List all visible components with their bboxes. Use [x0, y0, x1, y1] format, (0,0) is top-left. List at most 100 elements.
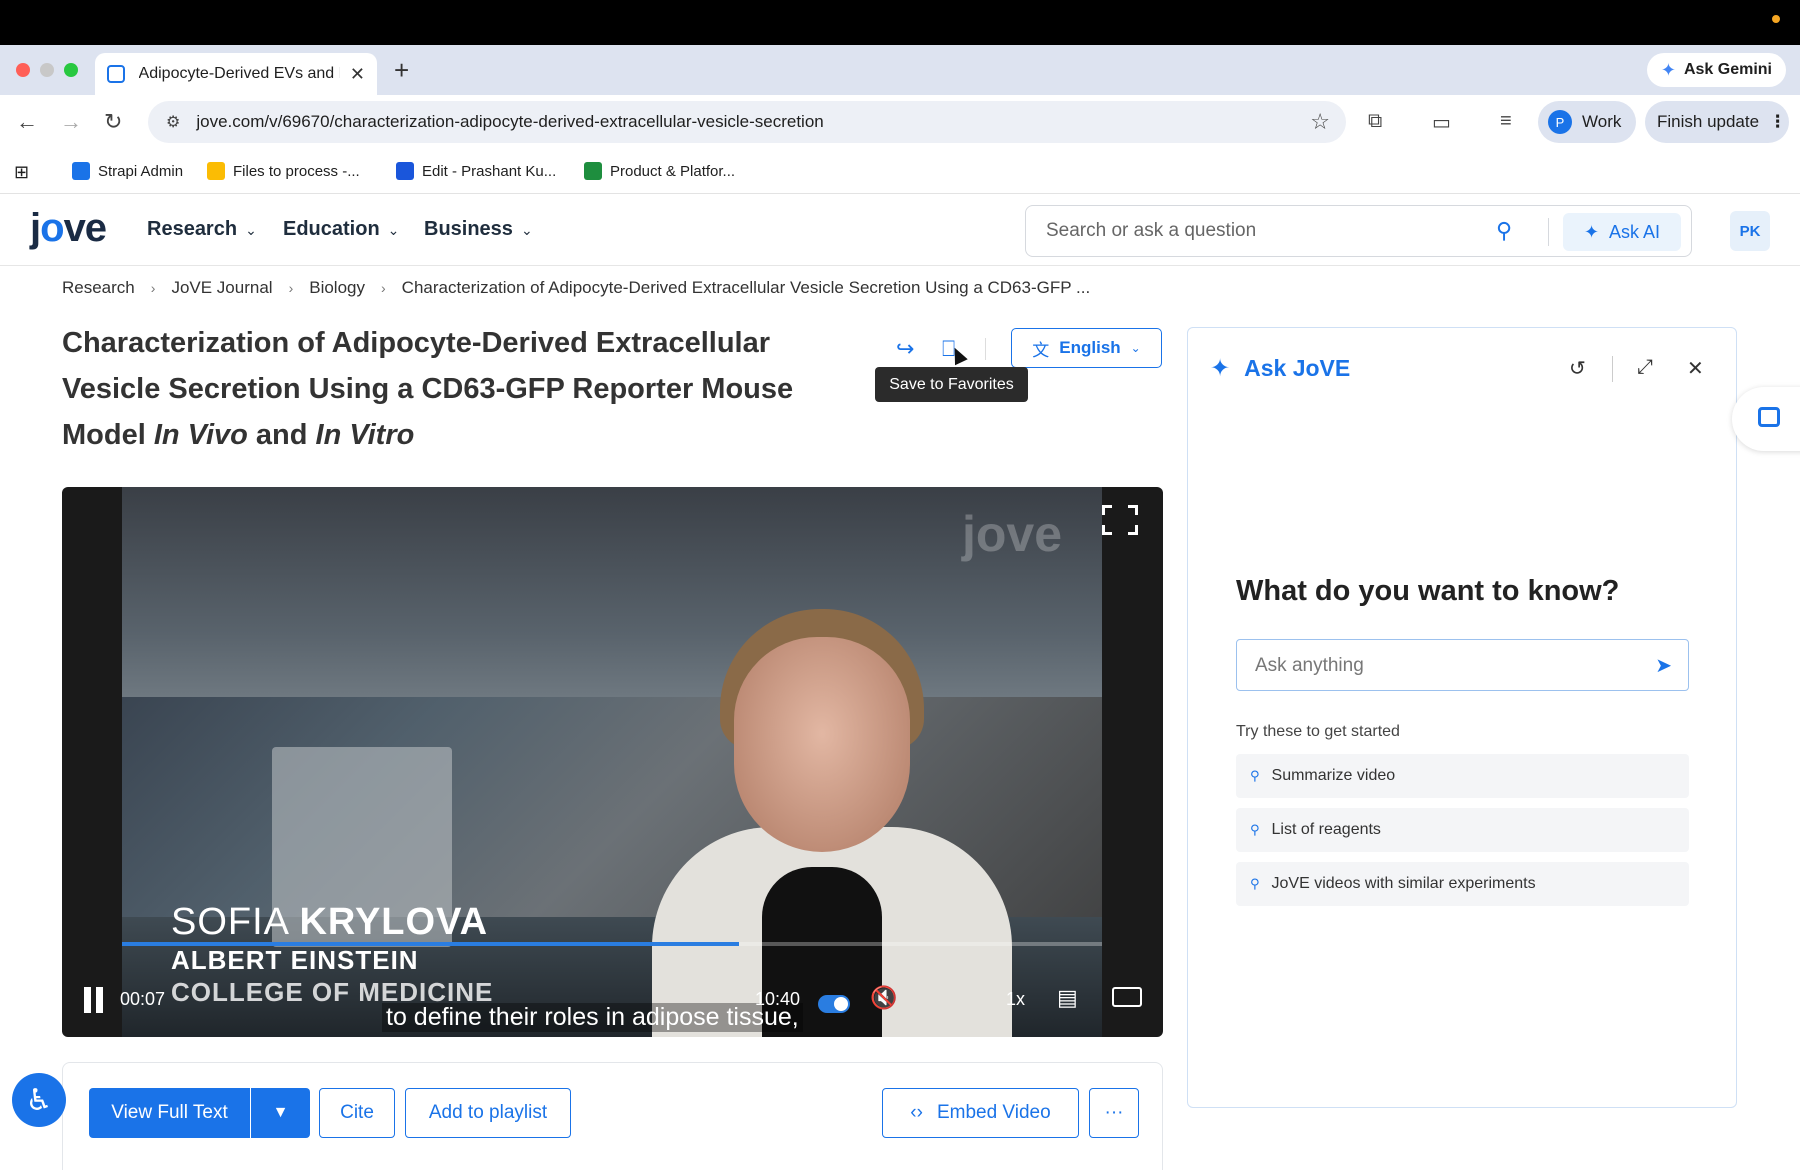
- nav-research[interactable]: Research ⌄: [147, 218, 257, 241]
- ask-ai-button[interactable]: ✦ Ask AI: [1563, 213, 1681, 251]
- breadcrumb: Research › JoVE Journal › Biology › Charact…: [62, 278, 1090, 298]
- site-search-bar: ⚲ ✦ Ask AI: [1025, 205, 1692, 257]
- video-player[interactable]: jove SOFIA KRYLOVA ALBERT EINSTEIN COLLE…: [62, 487, 1163, 1037]
- apps-grid-icon[interactable]: ⊞: [14, 162, 29, 183]
- os-menu-bar: [0, 0, 1800, 45]
- suggestion-similar[interactable]: ⚲ JoVE videos with similar experiments: [1236, 862, 1689, 906]
- logo-text: ve: [63, 206, 107, 250]
- tab-close-icon[interactable]: ✕: [350, 64, 365, 85]
- more-options-button[interactable]: ···: [1089, 1088, 1139, 1138]
- panel-header: ✦ Ask JoVE: [1210, 354, 1350, 383]
- corner: [1128, 525, 1138, 535]
- video-controls: 00:07 10:40 🔇 1x ▤: [62, 977, 1163, 1037]
- panel-title: Ask JoVE: [1244, 355, 1351, 381]
- embed-video-button[interactable]: ‹› Embed Video: [882, 1088, 1079, 1138]
- page-title: Characterization of Adipocyte-Derived Ex…: [62, 320, 862, 458]
- bookmark-label: Files to process -...: [233, 162, 360, 180]
- search-icon[interactable]: ⚲: [1496, 218, 1512, 244]
- search-icon: ⚲: [1250, 768, 1260, 783]
- search-icon: ⚲: [1250, 822, 1260, 837]
- lower-third-name: SOFIA KRYLOVA: [171, 901, 488, 944]
- panel-question: What do you want to know?: [1236, 575, 1620, 607]
- bookmark-files[interactable]: Files to process -...: [207, 162, 360, 180]
- cite-button[interactable]: Cite: [319, 1088, 395, 1138]
- send-icon[interactable]: ➤: [1655, 653, 1672, 678]
- tab-favicon-icon: [107, 65, 125, 83]
- logo-text: o: [40, 206, 64, 250]
- strapi-favicon-icon: [72, 162, 90, 180]
- window-minimize-button[interactable]: [40, 63, 54, 77]
- url-text: jove.com/v/69670/characterization-adipoc…: [196, 112, 824, 131]
- close-icon[interactable]: ✕: [1687, 356, 1704, 381]
- language-label: English: [1059, 338, 1121, 357]
- media-controls-icon[interactable]: ≡: [1500, 110, 1512, 133]
- tab-title: Adipocyte-Derived EVs and P: [138, 65, 340, 82]
- window-close-button[interactable]: [16, 63, 30, 77]
- sparkle-icon: ✦: [1583, 221, 1600, 242]
- playback-speed[interactable]: 1x: [1006, 989, 1025, 1010]
- duration: 10:40: [755, 989, 801, 1009]
- share-icon[interactable]: ↪: [896, 336, 914, 362]
- bookmark-label: Product & Platfor...: [610, 162, 736, 180]
- chevron-down-icon[interactable]: ▼: [251, 1088, 310, 1138]
- side-chat-tab[interactable]: [1732, 387, 1800, 451]
- site-search-input[interactable]: [1046, 218, 1466, 244]
- nav-business[interactable]: Business ⌄: [424, 218, 533, 241]
- search-icon: ⚲: [1250, 876, 1260, 891]
- suggestion-reagents[interactable]: ⚲ List of reagents: [1236, 808, 1689, 852]
- cast-search-icon[interactable]: ▭: [1432, 110, 1451, 135]
- profile-button[interactable]: P Work: [1538, 101, 1636, 143]
- video-progress-bar[interactable]: [122, 942, 1102, 946]
- bookmark-strapi[interactable]: Strapi Admin: [72, 162, 183, 180]
- browser-tab-active[interactable]: Adipocyte-Derived EVs and P ✕: [95, 53, 377, 95]
- lower-third-affiliation: ALBERT EINSTEIN: [171, 945, 419, 975]
- chevron-right-icon: ›: [381, 280, 386, 296]
- suggestion-summarize[interactable]: ⚲ Summarize video: [1236, 754, 1689, 798]
- site-info-icon[interactable]: ⚙: [166, 112, 180, 132]
- divider: [985, 338, 986, 360]
- accessibility-icon[interactable]: ♿: [12, 1073, 66, 1127]
- captions-icon[interactable]: ▤: [1057, 985, 1078, 1011]
- add-to-playlist-button[interactable]: Add to playlist: [405, 1088, 571, 1138]
- back-arrow-icon[interactable]: ←: [16, 109, 38, 135]
- mute-icon[interactable]: 🔇: [870, 985, 897, 1011]
- autoplay-toggle[interactable]: [818, 995, 850, 1013]
- history-icon[interactable]: ↺: [1569, 356, 1586, 381]
- reload-icon[interactable]: ↻: [104, 109, 122, 135]
- ask-input[interactable]: [1255, 653, 1635, 679]
- chevron-right-icon: ›: [150, 280, 156, 296]
- current-time: 00:07: [120, 989, 166, 1009]
- bookmark-edit[interactable]: Edit - Prashant Ku...: [396, 162, 556, 180]
- browser-tab-strip: Adipocyte-Derived EVs and P ✕ + ✦ Ask Ge…: [0, 45, 1800, 95]
- code-icon: ‹›: [910, 1102, 923, 1123]
- breadcrumb-research[interactable]: Research: [62, 278, 135, 298]
- nav-education[interactable]: Education ⌄: [283, 218, 399, 241]
- view-full-text-button[interactable]: View Full Text: [89, 1088, 250, 1138]
- address-bar[interactable]: ⚙ jove.com/v/69670/characterization-adip…: [148, 101, 1346, 143]
- user-avatar[interactable]: PK: [1730, 211, 1770, 251]
- forward-arrow-icon[interactable]: →: [60, 109, 82, 135]
- ask-jove-panel: ✦ Ask JoVE ↺ ⤢ ✕ What do you want to know…: [1187, 327, 1737, 1108]
- jove-logo[interactable]: jove: [30, 206, 107, 251]
- ask-gemini-button[interactable]: ✦ Ask Gemini: [1646, 53, 1786, 87]
- bookmark-star-icon[interactable]: ☆: [1310, 109, 1330, 135]
- fullscreen-icon[interactable]: [1102, 505, 1138, 535]
- window-zoom-button[interactable]: [64, 63, 78, 77]
- expand-icon[interactable]: ⤢: [1637, 356, 1653, 379]
- title-text: and: [247, 419, 316, 451]
- extensions-icon[interactable]: ⧉: [1368, 110, 1382, 133]
- theater-mode-icon[interactable]: [1112, 987, 1142, 1007]
- ask-gemini-label: Ask Gemini: [1683, 61, 1772, 78]
- favorites-tooltip: Save to Favorites: [875, 367, 1028, 402]
- language-selector[interactable]: 文 English ⌄: [1011, 328, 1162, 368]
- name-first: SOFIA: [171, 901, 300, 943]
- title-italic: In Vitro: [315, 419, 415, 451]
- breadcrumb-jove-journal[interactable]: JoVE Journal: [171, 278, 272, 298]
- bookmark-product[interactable]: Product & Platfor...: [584, 162, 735, 180]
- logo-text: j: [30, 206, 41, 250]
- new-tab-button[interactable]: +: [394, 55, 409, 86]
- breadcrumb-biology[interactable]: Biology: [309, 278, 365, 298]
- finish-update-button[interactable]: Finish update ⋮: [1645, 101, 1789, 143]
- profile-label: Work: [1582, 112, 1622, 131]
- title-italic: In Vivo: [153, 419, 248, 451]
